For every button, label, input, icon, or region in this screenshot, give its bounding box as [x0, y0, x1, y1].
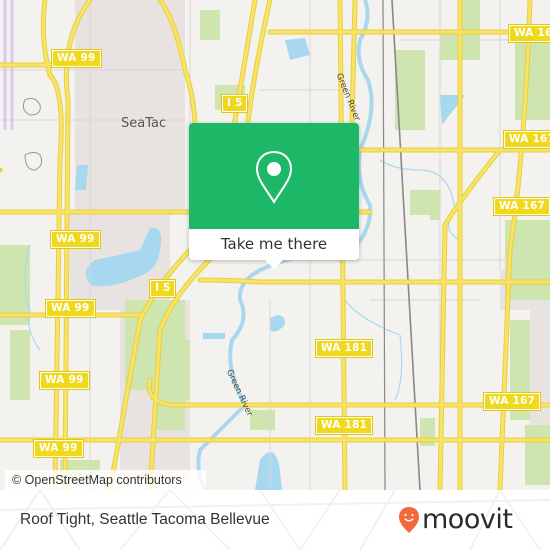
road-shield-i-5: I 5 — [220, 94, 249, 113]
road-shield-wa-99: WA 99 — [50, 230, 101, 249]
map-view[interactable]: SeaTac Green River Green River Green Riv… — [0, 0, 550, 490]
road-shield-wa-99: WA 99 — [45, 299, 96, 318]
road-shield-i-5: I 5 — [148, 279, 177, 298]
map-pin-icon — [255, 150, 293, 204]
popup-pointer — [265, 260, 283, 269]
brand-name: moovit — [422, 504, 513, 535]
footer-bar: Roof Tight, Seattle Tacoma Bellevue moov… — [0, 490, 550, 550]
take-me-there-button[interactable]: Take me there — [189, 229, 359, 260]
road-shield-wa-167: WA 167 — [507, 24, 550, 43]
road-shield-wa-181: WA 181 — [314, 416, 374, 435]
place-name: Roof Tight, Seattle Tacoma Bellevue — [20, 511, 270, 528]
map-attribution[interactable]: © OpenStreetMap contributors — [5, 470, 206, 490]
moovit-logo[interactable]: moovit — [398, 502, 513, 538]
popup-header — [189, 123, 359, 229]
road-shield-wa-99: WA 99 — [51, 49, 102, 68]
road-shield-wa-167: WA 167 — [482, 392, 542, 411]
road-shield-wa-181: WA 181 — [314, 339, 374, 358]
road-shield-wa-167: WA 167 — [492, 197, 550, 216]
location-popup: Take me there — [189, 123, 359, 269]
road-shield-wa-99: WA 99 — [39, 371, 90, 390]
airport-terminals — [22, 97, 43, 171]
place-label-seatac: SeaTac — [121, 116, 167, 131]
road-shield-wa-99: WA 99 — [33, 439, 84, 458]
moovit-smiley-pin-icon — [399, 507, 419, 533]
road-shield-wa-167: WA 167 — [502, 130, 550, 149]
